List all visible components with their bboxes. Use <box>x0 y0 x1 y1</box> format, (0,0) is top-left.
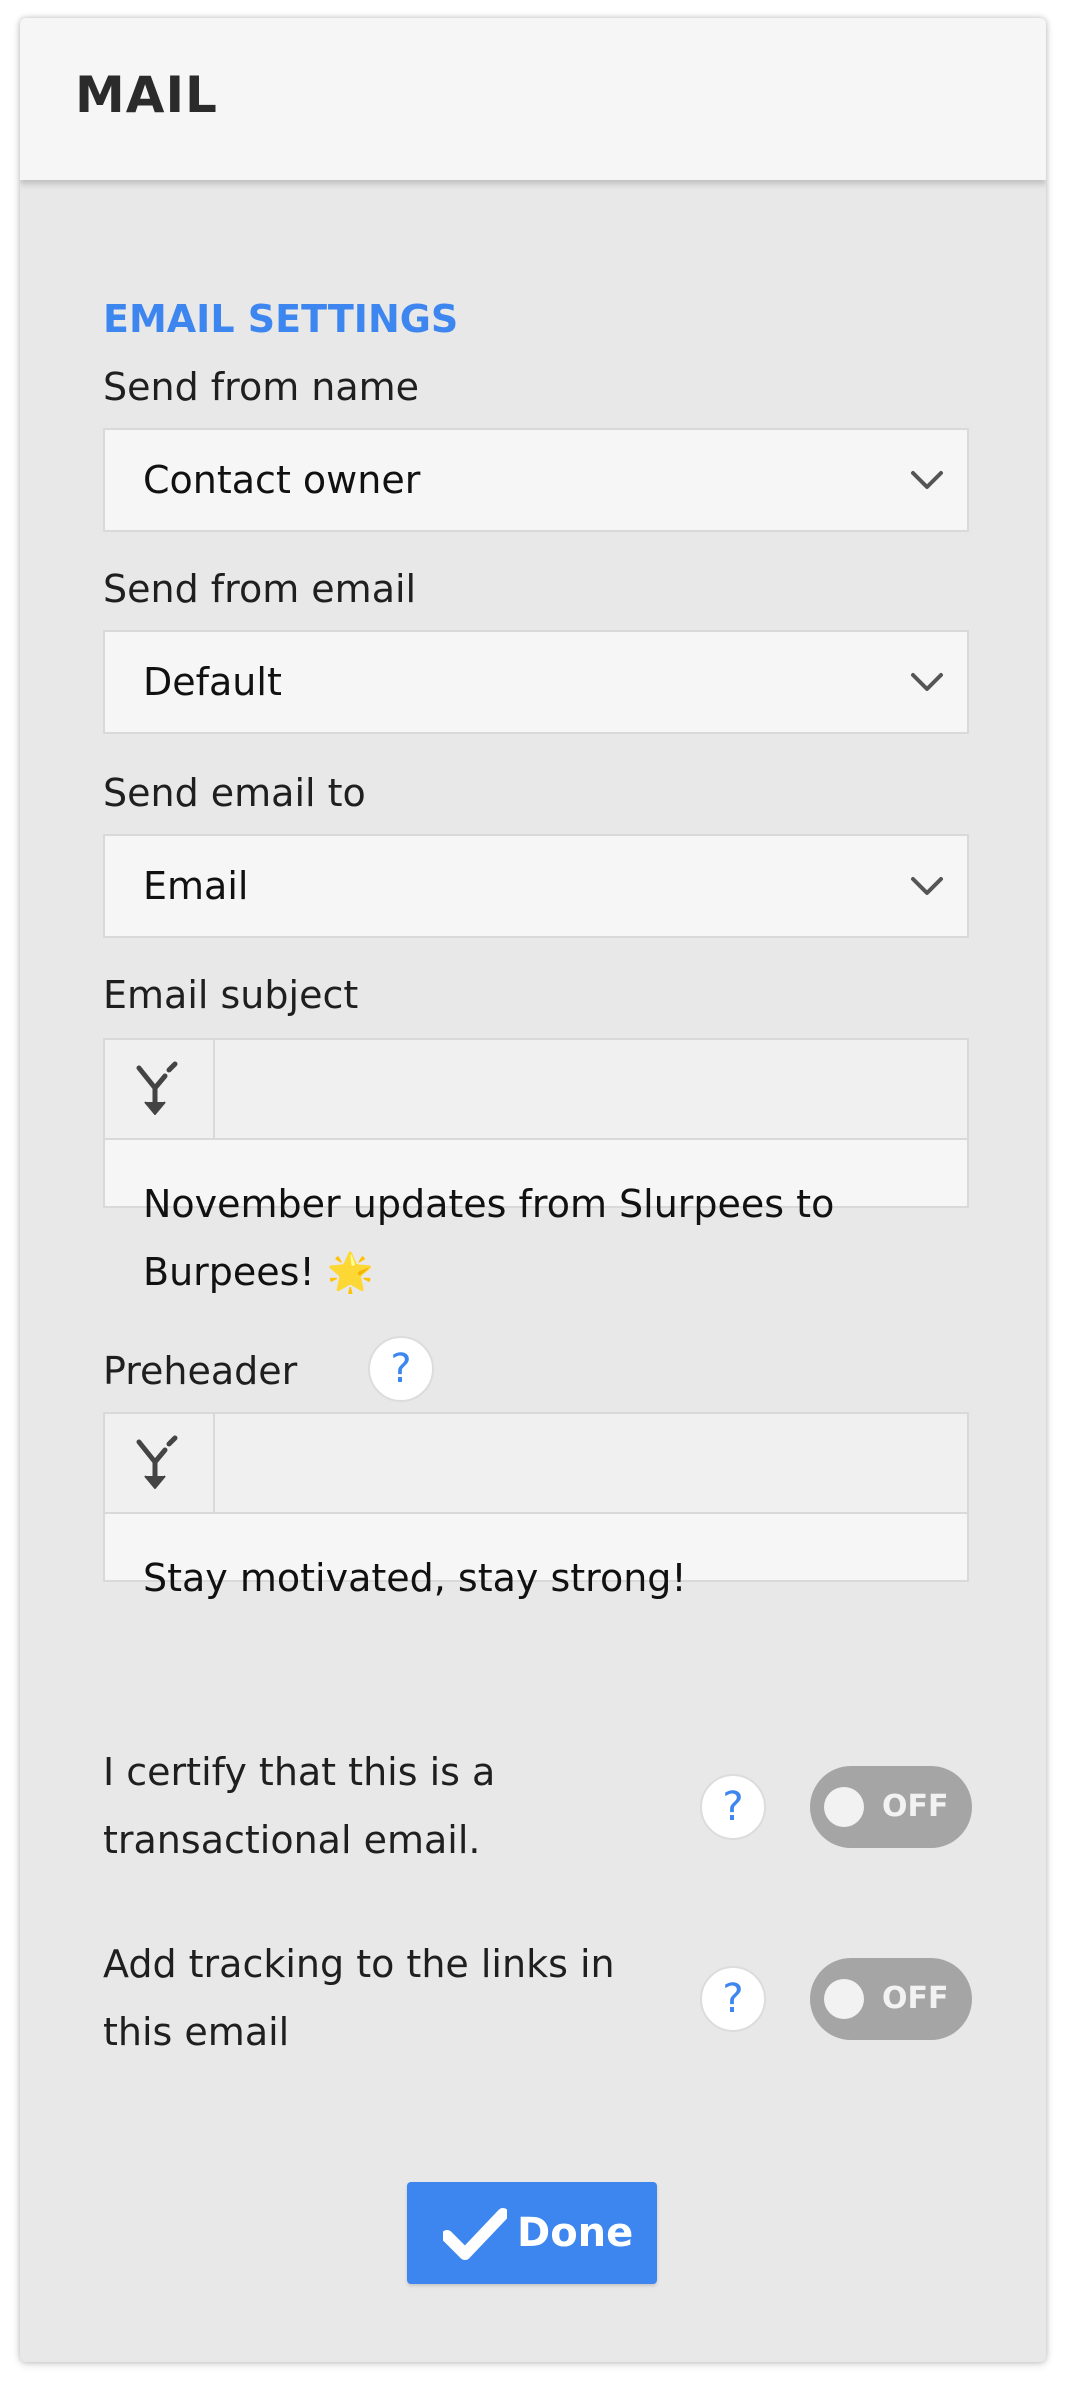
panel-header: MAIL <box>20 18 1046 180</box>
star-emoji: 🌟 <box>326 1250 375 1294</box>
panel-title: MAIL <box>75 66 218 124</box>
toggle-knob <box>824 1787 864 1827</box>
send-from-email-value: Default <box>143 660 282 704</box>
editor-toolbar <box>105 1040 967 1140</box>
done-button[interactable]: Done <box>407 2182 657 2284</box>
email-subject-input[interactable]: November updates from Slurpees to Burpee… <box>105 1140 967 1326</box>
send-from-name-label: Send from name <box>103 365 420 409</box>
tracking-toggle[interactable]: OFF <box>810 1958 972 2040</box>
chevron-down-icon <box>911 877 943 895</box>
preheader-label: Preheader <box>103 1349 298 1393</box>
toggle-state: OFF <box>882 1981 949 2016</box>
section-title: EMAIL SETTINGS <box>103 297 459 341</box>
preheader-help-icon[interactable]: ? <box>368 1336 434 1402</box>
toggle-state: OFF <box>882 1789 949 1824</box>
email-subject-label: Email subject <box>103 973 359 1017</box>
preheader-text: Stay motivated, stay strong! <box>143 1556 687 1600</box>
send-email-to-label: Send email to <box>103 771 366 815</box>
editor-toolbar <box>105 1414 967 1514</box>
mail-settings-panel: MAIL EMAIL SETTINGS Send from name Conta… <box>20 18 1046 2362</box>
send-from-name-value: Contact owner <box>143 458 421 502</box>
personalization-merge-button[interactable] <box>105 1414 215 1512</box>
transactional-toggle[interactable]: OFF <box>810 1766 972 1848</box>
preheader-editor: Stay motivated, stay strong! <box>103 1412 969 1600</box>
merge-icon <box>136 1435 178 1489</box>
tracking-label: Add tracking to the links in this email <box>103 1942 615 2054</box>
tracking-help-icon[interactable]: ? <box>700 1966 766 2032</box>
send-from-email-select[interactable]: Default <box>103 630 969 734</box>
send-from-email-label: Send from email <box>103 567 417 611</box>
chevron-down-icon <box>911 673 943 691</box>
chevron-down-icon <box>911 471 943 489</box>
send-email-to-select[interactable]: Email <box>103 834 969 938</box>
merge-icon <box>136 1061 178 1115</box>
personalization-merge-button[interactable] <box>105 1040 215 1138</box>
email-subject-text: November updates from Slurpees to Burpee… <box>143 1182 835 1294</box>
transactional-label: I certify that this is a transactional e… <box>103 1750 496 1862</box>
done-label: Done <box>517 2210 634 2256</box>
toggle-knob <box>824 1979 864 2019</box>
send-email-to-value: Email <box>143 864 249 908</box>
checkmark-icon <box>443 2208 507 2260</box>
transactional-help-icon[interactable]: ? <box>700 1774 766 1840</box>
email-subject-editor: November updates from Slurpees to Burpee… <box>103 1038 969 1294</box>
send-from-name-select[interactable]: Contact owner <box>103 428 969 532</box>
preheader-input[interactable]: Stay motivated, stay strong! <box>105 1514 967 1632</box>
